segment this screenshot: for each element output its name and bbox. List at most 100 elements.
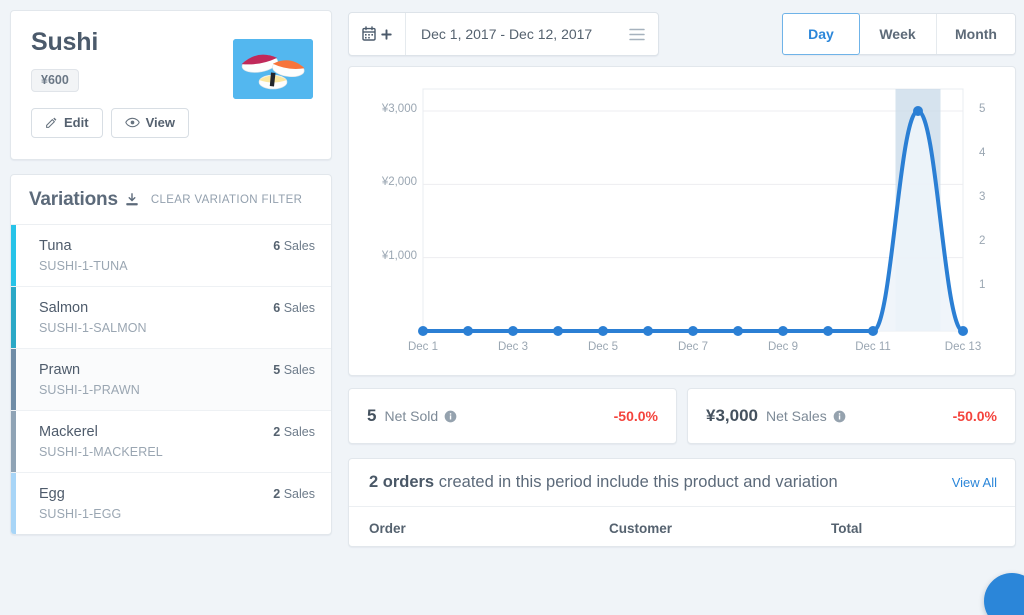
- tab-week[interactable]: Week: [859, 14, 937, 54]
- x-axis-tick: Dec 5: [588, 341, 618, 353]
- analytics-page: Sushi ¥600 Edit: [0, 0, 1024, 615]
- y-axis-left-tick: ¥2,000: [359, 176, 417, 188]
- edit-button-label: Edit: [64, 115, 89, 132]
- date-range-value[interactable]: Dec 1, 2017 - Dec 12, 2017: [406, 13, 607, 55]
- product-thumbnail[interactable]: [233, 39, 313, 99]
- list-item[interactable]: Tuna 6 Sales SUSHI-1-TUNA: [11, 225, 331, 287]
- variation-sales-count: 6: [273, 301, 280, 315]
- variation-sales: 2 Sales: [273, 487, 315, 501]
- variations-title: Variations: [29, 189, 118, 211]
- variation-color-bar: [11, 349, 16, 410]
- variations-list: Tuna 6 Sales SUSHI-1-TUNA Salmon 6: [11, 225, 331, 534]
- product-summary-card: Sushi ¥600 Edit: [10, 10, 332, 160]
- toolbar: Dec 1, 2017 - Dec 12, 2017 Day Week Mont…: [348, 10, 1016, 58]
- variations-card: Variations CLEAR VARIATION FILTER Tuna 6: [10, 174, 332, 535]
- net-sold-stat-card: 5 Net Sold -50.0%: [348, 388, 677, 444]
- variation-sales-count: 5: [273, 363, 280, 377]
- left-sidebar: Sushi ¥600 Edit: [0, 0, 340, 615]
- sales-chart[interactable]: ¥1,000¥2,000¥3,00012345Dec 1Dec 3Dec 5De…: [359, 81, 1005, 369]
- tab-month[interactable]: Month: [937, 14, 1015, 54]
- tab-day[interactable]: Day: [782, 13, 860, 55]
- variation-color-bar: [11, 287, 16, 348]
- x-axis-tick: Dec 9: [768, 341, 798, 353]
- variation-name: Mackerel: [39, 424, 98, 440]
- variation-sku: SUSHI-1-SALMON: [39, 321, 315, 335]
- status-badge: ¥3,000: [706, 406, 758, 426]
- net-sales-label: Net Sales: [766, 408, 827, 424]
- variation-name: Tuna: [39, 238, 72, 254]
- hamburger-menu-icon[interactable]: [607, 13, 658, 55]
- main-content: Dec 1, 2017 - Dec 12, 2017 Day Week Mont…: [340, 0, 1024, 615]
- list-item[interactable]: Salmon 6 Sales SUSHI-1-SALMON: [11, 287, 331, 349]
- download-icon[interactable]: [125, 193, 139, 207]
- variation-name: Egg: [39, 486, 65, 502]
- variation-sales-label: Sales: [284, 487, 315, 501]
- info-icon[interactable]: [833, 410, 846, 423]
- variation-sales: 5 Sales: [273, 363, 315, 377]
- product-actions: Edit View: [31, 108, 311, 139]
- x-axis-tick: Dec 1: [408, 341, 438, 353]
- view-button[interactable]: View: [111, 108, 189, 139]
- net-sales-delta: -50.0%: [953, 408, 997, 424]
- orders-count: 2 orders: [369, 473, 434, 491]
- calendar-plus-icon[interactable]: [349, 13, 406, 55]
- orders-summary-text: 2 orders created in this period include …: [369, 473, 838, 492]
- y-axis-right-tick: 1: [979, 279, 999, 291]
- variation-sales-count: 6: [273, 239, 280, 253]
- variation-sales: 6 Sales: [273, 239, 315, 253]
- variation-sales-label: Sales: [284, 301, 315, 315]
- edit-button[interactable]: Edit: [31, 108, 103, 139]
- column-header-customer: Customer: [609, 521, 831, 536]
- orders-description: created in this period include this prod…: [439, 473, 838, 491]
- y-axis-right-tick: 4: [979, 147, 999, 159]
- net-sold-label: Net Sold: [384, 408, 438, 424]
- variation-sales-count: 2: [273, 487, 280, 501]
- info-icon[interactable]: [444, 410, 457, 423]
- variation-name: Salmon: [39, 300, 88, 316]
- variation-sales: 2 Sales: [273, 425, 315, 439]
- variation-sales: 6 Sales: [273, 301, 315, 315]
- y-axis-left-tick: ¥1,000: [359, 250, 417, 262]
- orders-table-header: Order Customer Total: [349, 507, 1015, 546]
- price-badge: ¥600: [31, 69, 79, 92]
- status-badge: 5: [367, 406, 376, 426]
- sales-chart-card: ¥1,000¥2,000¥3,00012345Dec 1Dec 3Dec 5De…: [348, 66, 1016, 376]
- list-item[interactable]: Egg 2 Sales SUSHI-1-EGG: [11, 473, 331, 534]
- variation-sku: SUSHI-1-MACKEREL: [39, 445, 315, 459]
- variation-color-bar: [11, 473, 16, 534]
- list-item[interactable]: Prawn 5 Sales SUSHI-1-PRAWN: [11, 349, 331, 411]
- variation-color-bar: [11, 225, 16, 286]
- x-axis-tick: Dec 3: [498, 341, 528, 353]
- y-axis-right-tick: 5: [979, 103, 999, 115]
- clear-variation-filter-button[interactable]: CLEAR VARIATION FILTER: [151, 194, 302, 206]
- y-axis-right-tick: 2: [979, 235, 999, 247]
- orders-card: 2 orders created in this period include …: [348, 458, 1016, 547]
- interval-segmented-control: Day Week Month: [782, 13, 1016, 55]
- variation-sales-label: Sales: [284, 363, 315, 377]
- view-button-label: View: [146, 115, 175, 132]
- eye-icon: [125, 116, 140, 129]
- date-range-picker[interactable]: Dec 1, 2017 - Dec 12, 2017: [348, 12, 659, 56]
- variation-sales-label: Sales: [284, 425, 315, 439]
- net-sold-delta: -50.0%: [614, 408, 658, 424]
- variation-sku: SUSHI-1-TUNA: [39, 259, 315, 273]
- variation-sku: SUSHI-1-EGG: [39, 507, 315, 521]
- column-header-total: Total: [831, 521, 862, 536]
- summary-stats-row: 5 Net Sold -50.0% ¥3,000 Net Sales: [348, 388, 1016, 444]
- column-header-order: Order: [369, 521, 609, 536]
- view-all-link[interactable]: View All: [952, 475, 997, 490]
- plus-icon: [381, 29, 392, 40]
- x-axis-tick: Dec 13: [945, 341, 981, 353]
- variation-sku: SUSHI-1-PRAWN: [39, 383, 315, 397]
- y-axis-right-tick: 3: [979, 191, 999, 203]
- variation-name: Prawn: [39, 362, 80, 378]
- variation-color-bar: [11, 411, 16, 472]
- orders-header: 2 orders created in this period include …: [349, 459, 1015, 507]
- variations-header: Variations CLEAR VARIATION FILTER: [11, 175, 331, 225]
- variation-sales-count: 2: [273, 425, 280, 439]
- x-axis-tick: Dec 7: [678, 341, 708, 353]
- net-sales-stat-card: ¥3,000 Net Sales -50.0%: [687, 388, 1016, 444]
- list-item[interactable]: Mackerel 2 Sales SUSHI-1-MACKEREL: [11, 411, 331, 473]
- pencil-icon: [45, 116, 58, 129]
- x-axis-tick: Dec 11: [855, 341, 891, 353]
